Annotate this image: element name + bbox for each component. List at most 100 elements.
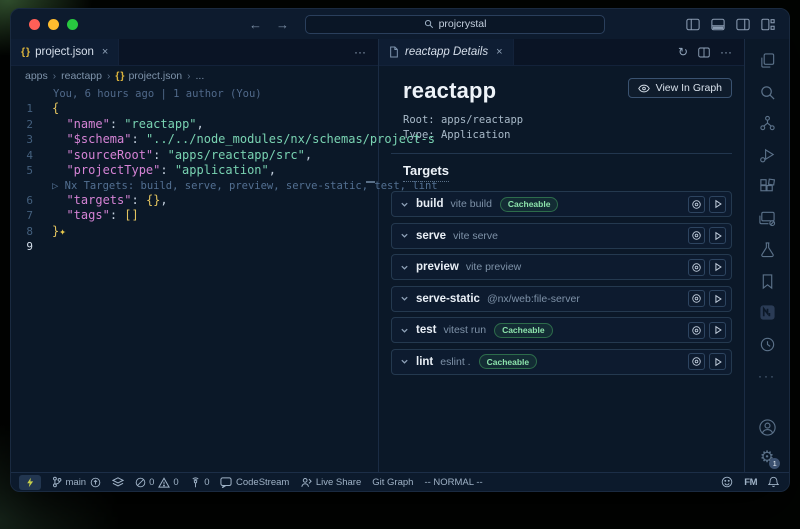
close-window-button[interactable]	[29, 19, 40, 30]
target-row-serve-static[interactable]: serve-static@nx/web:file-server	[391, 286, 732, 312]
chevron-down-icon[interactable]	[400, 200, 409, 209]
zoom-window-button[interactable]	[67, 19, 78, 30]
code-editor[interactable]: You, 6 hours ago | 1 author (You) 1{2 "n…	[11, 86, 378, 472]
more-actions-icon[interactable]: ···	[354, 45, 366, 59]
run-target-button[interactable]	[709, 196, 726, 213]
breadcrumb-separator: ›	[107, 71, 110, 82]
warnings-icon	[158, 477, 170, 488]
view-target-config-button[interactable]	[688, 227, 705, 244]
code-line[interactable]: 5 "projectType": "application",	[11, 163, 378, 179]
code-line[interactable]: 9	[11, 239, 378, 255]
run-target-button[interactable]	[709, 259, 726, 276]
breadcrumb-apps[interactable]: apps	[25, 70, 48, 82]
live-share-item[interactable]: Live Share	[300, 477, 361, 488]
nx-targets-codelens[interactable]: ▷ Nx Targets: build, serve, preview, ser…	[11, 179, 378, 193]
run-target-button[interactable]	[709, 290, 726, 307]
run-target-button[interactable]	[709, 227, 726, 244]
back-icon[interactable]: ←	[249, 17, 262, 32]
layers-item[interactable]	[112, 477, 124, 488]
code-line[interactable]: 2 "name": "reactapp",	[11, 117, 378, 133]
view-target-config-button[interactable]	[688, 353, 705, 370]
formatter-item[interactable]: FM	[744, 477, 757, 488]
settings-gear-icon[interactable]: ⚙ 1	[760, 450, 774, 466]
feedback-smiley-icon[interactable]	[721, 476, 733, 488]
breadcrumb-symbol[interactable]: ...	[195, 70, 204, 82]
problems-item[interactable]: 0 0	[135, 477, 179, 488]
target-row-preview[interactable]: previewvite preview	[391, 254, 732, 280]
test-beaker-icon[interactable]	[759, 240, 776, 259]
bookmark-icon[interactable]	[760, 272, 775, 291]
ports-item[interactable]: 0	[190, 477, 210, 488]
title-bar: ← → projcrystal	[11, 9, 789, 39]
json-file-icon: { }	[21, 46, 29, 58]
close-tab-icon[interactable]: ×	[102, 46, 108, 58]
right-tab-bar: reactapp Details × ↻ ···	[379, 39, 744, 66]
tab-project-json[interactable]: { } project.json ×	[11, 39, 119, 65]
codestream-item[interactable]: CodeStream	[220, 477, 289, 488]
code-line[interactable]: 1{	[11, 101, 378, 117]
target-name: serve	[416, 230, 446, 242]
errors-count: 0	[149, 477, 154, 488]
gitlens-blame-annotation[interactable]: You, 6 hours ago | 1 author (You)	[11, 87, 378, 101]
breadcrumb-separator: ›	[187, 71, 190, 82]
chevron-down-icon[interactable]	[400, 294, 409, 303]
run-target-button[interactable]	[709, 353, 726, 370]
line-number: 3	[11, 132, 45, 148]
target-row-lint[interactable]: linteslint .Cacheable	[391, 349, 732, 375]
split-editor-icon[interactable]	[698, 47, 710, 58]
history-clock-icon[interactable]	[759, 335, 776, 354]
view-target-config-button[interactable]	[688, 322, 705, 339]
account-icon[interactable]	[758, 418, 777, 437]
customize-layout-icon[interactable]	[761, 18, 775, 31]
chevron-down-icon[interactable]	[400, 357, 409, 366]
line-number: 8	[11, 224, 45, 240]
target-command: vite preview	[466, 261, 521, 273]
run-debug-icon[interactable]	[759, 146, 776, 165]
command-center-search[interactable]: projcrystal	[305, 15, 605, 34]
breadcrumb-reactapp[interactable]: reactapp	[61, 70, 102, 82]
notifications-bell-icon[interactable]	[768, 476, 779, 488]
remote-screens-icon[interactable]	[758, 209, 776, 228]
files-icon[interactable]	[759, 51, 776, 70]
project-title: reactapp	[403, 78, 496, 104]
breadcrumb-file[interactable]: project.json	[128, 70, 182, 82]
target-command: eslint .	[440, 356, 470, 368]
cacheable-badge: Cacheable	[494, 323, 553, 338]
target-row-serve[interactable]: servevite serve	[391, 223, 732, 249]
additional-views-icon[interactable]: ···	[758, 366, 776, 385]
nx-console-icon[interactable]	[759, 303, 776, 322]
code-line[interactable]: 3 "$schema": "../../node_modules/nx/sche…	[11, 132, 378, 148]
code-line[interactable]: 7 "tags": []	[11, 208, 378, 224]
minimize-window-button[interactable]	[48, 19, 59, 30]
target-row-test[interactable]: testvitest runCacheable	[391, 317, 732, 343]
toggle-panel-icon[interactable]	[711, 18, 725, 31]
extensions-icon[interactable]	[759, 177, 776, 196]
git-branch-item[interactable]: main	[52, 476, 101, 488]
view-target-config-button[interactable]	[688, 290, 705, 307]
vim-mode-item[interactable]: -- NORMAL --	[424, 477, 482, 488]
search-icon[interactable]	[759, 83, 776, 102]
source-control-graph-icon[interactable]	[759, 114, 776, 133]
forward-icon[interactable]: →	[276, 17, 289, 32]
chevron-down-icon[interactable]	[400, 263, 409, 272]
refresh-icon[interactable]: ↻	[678, 45, 688, 59]
view-target-config-button[interactable]	[688, 259, 705, 276]
tab-reactapp-details[interactable]: reactapp Details ×	[379, 39, 514, 65]
file-icon	[389, 46, 399, 58]
target-row-build[interactable]: buildvite buildCacheable	[391, 191, 732, 217]
code-line[interactable]: 8}✦	[11, 224, 378, 240]
toggle-right-sidebar-icon[interactable]	[736, 18, 750, 31]
close-tab-icon[interactable]: ×	[496, 46, 502, 58]
toggle-left-sidebar-icon[interactable]	[686, 18, 700, 31]
view-in-graph-button[interactable]: View In Graph	[628, 78, 732, 98]
run-target-button[interactable]	[709, 322, 726, 339]
remote-indicator-button[interactable]	[19, 475, 41, 490]
chevron-down-icon[interactable]	[400, 326, 409, 335]
line-number: 2	[11, 117, 45, 133]
more-actions-icon[interactable]: ···	[720, 45, 732, 59]
code-line[interactable]: 4 "sourceRoot": "apps/reactapp/src",	[11, 148, 378, 164]
code-line[interactable]: 6 "targets": {},	[11, 193, 378, 209]
git-graph-item[interactable]: Git Graph	[372, 477, 413, 488]
view-target-config-button[interactable]	[688, 196, 705, 213]
chevron-down-icon[interactable]	[400, 231, 409, 240]
